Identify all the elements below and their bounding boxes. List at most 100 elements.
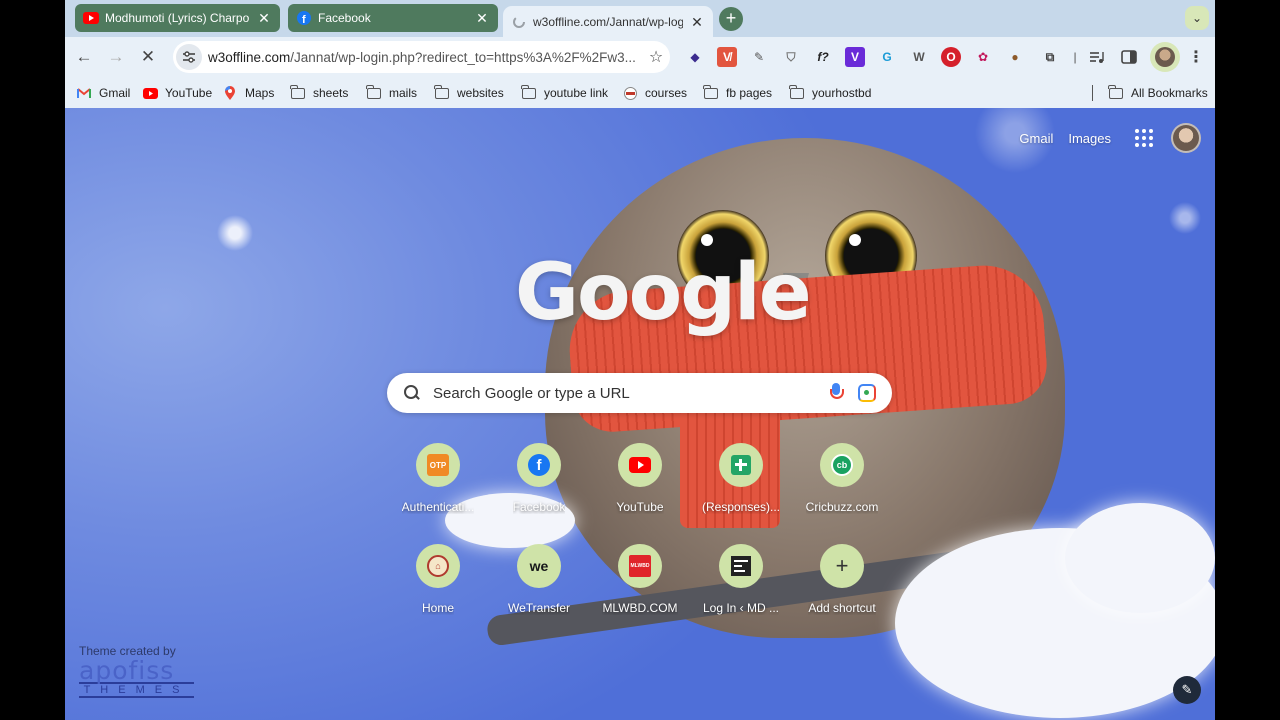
url-path: /Jannat/wp-login.php?redirect_to=https%3… <box>290 49 636 65</box>
youtube-icon <box>142 86 158 100</box>
tab-title: w3offline.com/Jannat/wp-log <box>533 14 683 29</box>
bookmark-mails[interactable]: mails <box>366 84 417 102</box>
ntp-header-links: Gmail Images <box>1019 123 1215 153</box>
bookmark-yourhostbd[interactable]: yourhostbd <box>789 84 871 102</box>
bookmark-label: YouTube <box>165 86 213 100</box>
extension-icon[interactable]: V <box>845 47 865 67</box>
shortcut-label: YouTube <box>616 500 664 514</box>
stop-button[interactable]: ✕ <box>136 45 160 69</box>
url-text[interactable]: w3offline.com/Jannat/wp-login.php?redire… <box>208 50 642 65</box>
bookmark-youtube-link[interactable]: youtube link <box>521 84 608 102</box>
extensions-puzzle-icon[interactable]: ⧉ <box>1040 47 1060 67</box>
facebook-icon: f <box>517 443 561 487</box>
google-account-avatar[interactable] <box>1171 123 1201 153</box>
extension-icon[interactable]: ⛉ <box>781 47 801 67</box>
folder-icon <box>1108 84 1124 100</box>
bookmark-label: Gmail <box>99 86 131 100</box>
bookmarks-divider <box>1092 85 1093 101</box>
tab-youtube[interactable]: Modhumoti (Lyrics) Charpoka ✕ <box>75 4 280 32</box>
bookmark-all-bookmarks[interactable]: All Bookmarks <box>1108 84 1208 102</box>
shortcut-label: Add shortcut <box>808 601 876 615</box>
shortcut-tile[interactable]: MLWBD MLWBD.COM <box>590 544 690 634</box>
extension-icon[interactable]: W <box>909 47 929 67</box>
close-icon[interactable]: ✕ <box>256 10 272 26</box>
sheets-icon <box>719 443 763 487</box>
close-icon[interactable]: ✕ <box>474 10 490 26</box>
bookmark-label: fb pages <box>726 86 773 100</box>
tab-w3offline[interactable]: w3offline.com/Jannat/wp-log ✕ <box>503 6 713 37</box>
search-icon <box>403 384 421 402</box>
shortcut-label: Home <box>421 601 454 615</box>
shortcut-label: Authenticati... <box>401 500 475 514</box>
folder-icon <box>703 84 719 100</box>
youtube-icon <box>618 443 662 487</box>
tab-facebook[interactable]: f Facebook ✕ <box>288 4 498 32</box>
gmail-link[interactable]: Gmail <box>1019 131 1053 146</box>
bookmark-label: youtube link <box>544 86 609 100</box>
shortcut-label: Facebook <box>512 500 566 514</box>
site-info-icon[interactable] <box>176 44 202 70</box>
search-box[interactable]: Search Google or type a URL <box>387 373 892 413</box>
extension-icon[interactable]: V̸ <box>717 47 737 67</box>
theme-logo-name: apofiss <box>79 656 175 685</box>
media-icon[interactable] <box>1087 47 1107 67</box>
shortcut-tile[interactable]: (Responses)... <box>691 443 791 533</box>
shortcut-tile[interactable]: we WeTransfer <box>489 544 589 634</box>
tab-title: Facebook <box>318 11 371 25</box>
extension-icon[interactable]: O <box>941 47 961 67</box>
shortcut-tile[interactable]: OTP Authenticati... <box>388 443 488 533</box>
bookmark-label: sheets <box>313 86 349 100</box>
bookmark-maps[interactable]: Maps <box>222 84 274 102</box>
extension-icon[interactable]: G <box>877 47 897 67</box>
bookmark-websites[interactable]: websites <box>434 84 504 102</box>
bookmark-fb-pages[interactable]: fb pages <box>703 84 772 102</box>
profile-avatar[interactable] <box>1150 42 1180 72</box>
side-panel-icon[interactable] <box>1119 47 1139 67</box>
shortcut-tile[interactable]: YouTube <box>590 443 690 533</box>
bookmark-courses[interactable]: courses <box>622 84 687 102</box>
search-input[interactable]: Search Google or type a URL <box>433 385 828 402</box>
plus-icon: + <box>820 544 864 588</box>
auth-icon: OTP <box>416 443 460 487</box>
microphone-icon[interactable] <box>828 382 844 404</box>
shortcut-label: Log In ‹ MD ... <box>702 601 780 615</box>
folder-icon <box>434 84 450 100</box>
shortcut-tile[interactable]: cb Cricbuzz.com <box>792 443 892 533</box>
theme-creator-logo[interactable]: apofiss THEMES <box>79 656 194 698</box>
close-icon[interactable]: ✕ <box>689 14 705 30</box>
extension-icon[interactable]: ● <box>1005 47 1025 67</box>
extension-icon[interactable]: ✿ <box>973 47 993 67</box>
add-shortcut-tile[interactable]: + Add shortcut <box>792 544 892 634</box>
mlwbd-icon: MLWBD <box>618 544 662 588</box>
customize-chrome-button[interactable]: ✎ <box>1173 676 1201 704</box>
menu-icon[interactable]: ⋮ <box>1186 47 1206 67</box>
tab-title: Modhumoti (Lyrics) Charpoka <box>105 11 250 25</box>
shortcut-tile[interactable]: ⌂ Home <box>388 544 488 634</box>
shortcut-label: Cricbuzz.com <box>805 500 879 514</box>
extension-icon[interactable]: ✎ <box>749 47 769 67</box>
bookmark-star-icon[interactable]: ☆ <box>642 47 670 67</box>
address-bar[interactable]: w3offline.com/Jannat/wp-login.php?redire… <box>173 41 670 73</box>
images-link[interactable]: Images <box>1068 131 1111 146</box>
extension-icon[interactable]: ◆ <box>685 47 705 67</box>
google-logo: Google <box>515 248 812 338</box>
back-button[interactable]: ← <box>72 45 96 69</box>
bookmark-sheets[interactable]: sheets <box>290 84 348 102</box>
facebook-icon: f <box>296 10 312 26</box>
toolbar: ← → ✕ w3offline.com/Jannat/wp-login.php?… <box>65 37 1215 77</box>
bookmark-label: Maps <box>245 86 275 100</box>
extension-icon[interactable]: f? <box>813 47 833 67</box>
bookmark-youtube[interactable]: YouTube <box>142 84 212 102</box>
forward-button[interactable]: → <box>104 45 128 69</box>
snow-cloud <box>1065 503 1215 613</box>
bookmark-gmail[interactable]: Gmail <box>76 84 130 102</box>
apps-grid-icon[interactable] <box>1132 126 1156 150</box>
toolbar-divider: | <box>1073 50 1077 64</box>
login-icon <box>719 544 763 588</box>
google-lens-icon[interactable] <box>858 384 876 402</box>
new-tab-button[interactable]: + <box>719 7 743 31</box>
youtube-icon <box>83 10 99 26</box>
shortcut-tile[interactable]: f Facebook <box>489 443 589 533</box>
tab-search-button[interactable]: ⌄ <box>1185 6 1209 30</box>
shortcut-tile[interactable]: Log In ‹ MD ... <box>691 544 791 634</box>
